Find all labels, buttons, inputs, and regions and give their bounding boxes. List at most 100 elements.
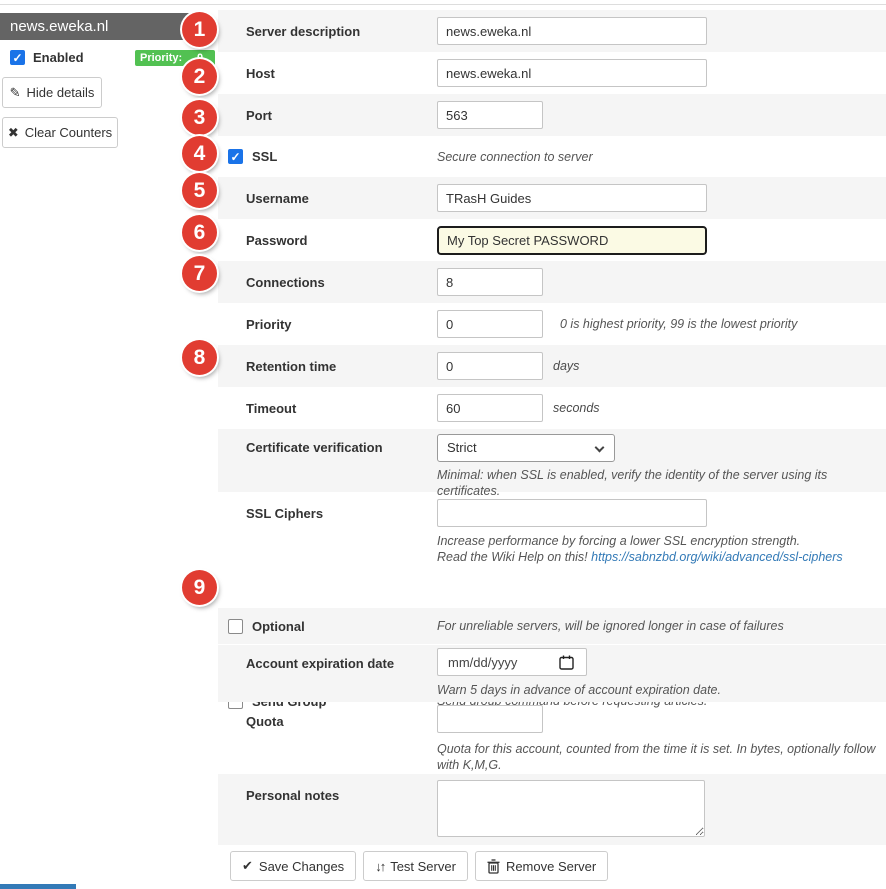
test-arrows-icon: ↓↑ bbox=[375, 859, 384, 874]
annotation-number: 3 bbox=[194, 106, 206, 130]
check-icon: ✔ bbox=[242, 858, 253, 874]
host-input[interactable] bbox=[437, 59, 707, 87]
annotation-circle-2: 2 bbox=[182, 59, 217, 94]
password-label: Password bbox=[246, 233, 437, 248]
row-ssl-ciphers: SSL Ciphers Increase performance by forc… bbox=[218, 492, 886, 567]
quota-help-1: Quota for this account, counted from the… bbox=[437, 741, 886, 773]
enabled-label: Enabled bbox=[33, 50, 84, 65]
row-certificate-verification: Certificate verification Strict Minimal:… bbox=[218, 429, 886, 492]
retention-input[interactable] bbox=[437, 352, 543, 380]
annotation-circle-4: 4 bbox=[182, 136, 217, 171]
ssl-help: Secure connection to server bbox=[437, 150, 593, 164]
calendar-icon[interactable] bbox=[559, 655, 574, 670]
save-changes-label: Save Changes bbox=[259, 859, 344, 874]
server-description-input[interactable] bbox=[437, 17, 707, 45]
annotation-number: 1 bbox=[194, 18, 206, 42]
footer-actions: ✔ Save Changes ↓↑ Test Server Remove Ser… bbox=[230, 851, 608, 881]
ssl-ciphers-help-1: Increase performance by forcing a lower … bbox=[437, 533, 843, 549]
connections-input[interactable] bbox=[437, 268, 543, 296]
annotation-circle-7: 7 bbox=[182, 256, 217, 291]
remove-server-button[interactable]: Remove Server bbox=[475, 851, 608, 881]
clear-counters-button[interactable]: ✖ Clear Counters bbox=[2, 117, 118, 148]
check-icon: ✓ bbox=[12, 51, 22, 65]
timeout-input[interactable] bbox=[437, 394, 543, 422]
personal-notes-textarea[interactable] bbox=[437, 780, 705, 837]
annotation-number: 9 bbox=[194, 576, 206, 600]
timeout-unit: seconds bbox=[553, 401, 600, 415]
retention-label: Retention time bbox=[246, 359, 437, 374]
priority-label: Priority bbox=[246, 317, 437, 332]
date-placeholder: mm/dd/yyyy bbox=[448, 655, 517, 670]
row-server-description: Server description bbox=[218, 10, 886, 52]
annotation-number: 7 bbox=[194, 262, 206, 286]
account-expiration-field: mm/dd/yyyy Warn 5 days in advance of acc… bbox=[437, 648, 721, 698]
server-title-bar: news.eweka.nl bbox=[0, 13, 196, 40]
ssl-ciphers-wiki-link[interactable]: https://sabnzbd.org/wiki/advanced/ssl-ci… bbox=[591, 550, 843, 564]
row-retention: Retention time days bbox=[218, 345, 886, 387]
row-port: Port bbox=[218, 94, 886, 136]
port-input[interactable] bbox=[437, 101, 543, 129]
row-ssl: ✓ SSL Secure connection to server bbox=[218, 136, 886, 177]
priority-help: 0 is highest priority, 99 is the lowest … bbox=[560, 317, 797, 331]
timeout-label: Timeout bbox=[246, 401, 437, 416]
row-host: Host bbox=[218, 52, 886, 94]
optional-checkbox[interactable] bbox=[228, 619, 243, 634]
test-server-label: Test Server bbox=[390, 859, 456, 874]
quota-label: Quota bbox=[246, 705, 437, 729]
retention-unit: days bbox=[553, 359, 579, 373]
annotation-number: 4 bbox=[194, 142, 206, 166]
quota-input[interactable] bbox=[437, 705, 543, 733]
hide-details-label: Hide details bbox=[26, 85, 94, 100]
enabled-checkbox[interactable]: ✓ bbox=[10, 50, 25, 65]
annotation-circle-8: 8 bbox=[182, 340, 217, 375]
row-personal-notes: Personal notes bbox=[218, 774, 886, 845]
annotation-circle-5: 5 bbox=[182, 173, 217, 208]
add-server-button-partial[interactable] bbox=[0, 884, 76, 889]
row-timeout: Timeout seconds bbox=[218, 387, 886, 429]
chevron-down-icon bbox=[595, 443, 605, 453]
annotation-number: 8 bbox=[194, 346, 206, 370]
ssl-checkbox[interactable]: ✓ bbox=[228, 149, 243, 164]
personal-notes-label: Personal notes bbox=[246, 780, 437, 803]
ssl-ciphers-input[interactable] bbox=[437, 499, 707, 527]
row-quota: Quota Quota for this account, counted fr… bbox=[218, 702, 886, 774]
ssl-ciphers-field: Increase performance by forcing a lower … bbox=[437, 499, 843, 565]
annotation-number: 6 bbox=[194, 221, 206, 245]
priority-badge-label: Priority: bbox=[140, 52, 182, 64]
row-connections: Connections bbox=[218, 261, 886, 303]
username-label: Username bbox=[246, 191, 437, 206]
trash-icon bbox=[487, 859, 500, 874]
optional-help: For unreliable servers, will be ignored … bbox=[437, 619, 784, 633]
optional-label: Optional bbox=[252, 619, 305, 634]
priority-input[interactable] bbox=[437, 310, 543, 338]
row-password: Password bbox=[218, 219, 886, 261]
server-config-page: news.eweka.nl ✓ Enabled Priority: 0 ✎ Hi… bbox=[0, 0, 886, 889]
ssl-ciphers-label: SSL Ciphers bbox=[246, 499, 437, 521]
enabled-row: ✓ Enabled bbox=[10, 50, 84, 65]
account-expiration-date-input[interactable]: mm/dd/yyyy bbox=[437, 648, 587, 676]
annotation-number: 2 bbox=[194, 65, 206, 89]
password-input[interactable] bbox=[437, 226, 707, 255]
account-expiration-help: Warn 5 days in advance of account expira… bbox=[437, 682, 721, 698]
row-priority: Priority 0 is highest priority, 99 is th… bbox=[218, 303, 886, 345]
remove-server-label: Remove Server bbox=[506, 859, 596, 874]
ssl-ciphers-help-2: Read the Wiki Help on this! https://sabn… bbox=[437, 549, 843, 565]
hide-details-button[interactable]: ✎ Hide details bbox=[2, 77, 102, 108]
save-changes-button[interactable]: ✔ Save Changes bbox=[230, 851, 356, 881]
test-server-button[interactable]: ↓↑ Test Server bbox=[363, 851, 468, 881]
server-form: Server description Host Port ✓ SSL Secur… bbox=[218, 0, 886, 889]
row-optional: Optional For unreliable servers, will be… bbox=[218, 608, 886, 644]
annotation-circle-9: 9 bbox=[182, 570, 217, 605]
port-label: Port bbox=[246, 108, 437, 123]
annotation-circle-1: 1 bbox=[182, 12, 217, 47]
certificate-verification-select[interactable]: Strict bbox=[437, 434, 615, 462]
ssl-label: SSL bbox=[252, 149, 277, 164]
check-icon: ✓ bbox=[230, 150, 240, 164]
certificate-verification-value: Strict bbox=[447, 440, 477, 455]
username-input[interactable] bbox=[437, 184, 707, 212]
ssl-ciphers-help-2-text: Read the Wiki Help on this! bbox=[437, 550, 591, 564]
pencil-icon: ✎ bbox=[10, 85, 21, 101]
account-expiration-label: Account expiration date bbox=[246, 648, 437, 671]
annotation-circle-3: 3 bbox=[182, 100, 217, 135]
annotation-number: 5 bbox=[194, 179, 206, 203]
